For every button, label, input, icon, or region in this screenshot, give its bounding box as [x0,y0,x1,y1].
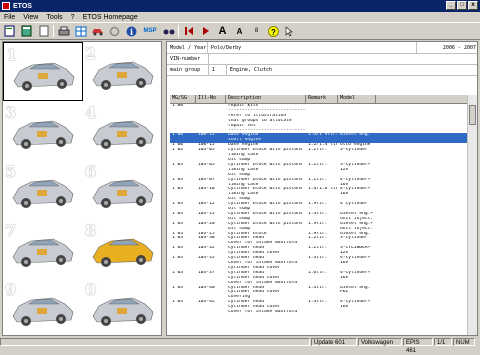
status-version: EPIS 461 [403,338,433,354]
car-icon[interactable] [90,24,105,38]
car-illustration-icon [92,120,154,149]
binoculars-icon[interactable] [161,24,176,38]
zoom-in-icon[interactable]: A [215,24,230,38]
table-cell [170,310,196,315]
illustration-group-6[interactable]: 6 [83,160,163,219]
illustration-group-1[interactable]: 1 [3,42,83,101]
maximize-button[interactable]: □ [457,1,467,10]
vin-field[interactable] [207,54,477,64]
document-icon[interactable] [36,24,51,38]
illustration-grid-panel: 1234567890 [2,41,162,336]
car-illustration-icon [92,297,154,326]
title-bar: ETOS _ □ x [0,0,480,12]
svg-text:i: i [130,27,133,37]
vin-row: VIN-number [167,54,477,65]
table-cell [306,310,338,315]
msp-button[interactable]: MSP [141,24,159,38]
status-update: Update 601 [311,338,357,346]
car-illustration-icon [12,120,74,149]
parts-table-body: 1 00 repair kits -------------------------… [170,104,468,335]
new-icon[interactable] [2,24,17,38]
menu-tools[interactable]: Tools [42,14,66,21]
app-icon [2,2,10,10]
illustration-group-2[interactable]: 2 [83,42,163,101]
table-row[interactable]: cover for intake manifold [170,310,468,315]
car-illustration-icon [92,238,154,267]
info-icon[interactable]: i [124,24,139,38]
illustration-group-8[interactable]: 8 [83,219,163,278]
toolbar-separator [178,25,179,37]
illustration-group-4[interactable]: 4 [83,101,163,160]
main-group-label: main group [170,67,201,73]
close-button[interactable]: x [468,1,478,10]
next-page-icon[interactable] [198,24,213,38]
column-description[interactable]: Description [226,95,306,103]
menu-view[interactable]: View [19,14,42,21]
minimize-button[interactable]: _ [446,1,456,10]
font-smaller-label: A [236,26,243,36]
parts-list-panel: Model / Year Polo/Derby 2006 - 2007 VIN-… [166,41,478,336]
car-illustration-icon [13,62,75,91]
menu-etos-homepage[interactable]: ETOS Homepage [79,14,142,21]
column-mgsg[interactable]: MG/SG [170,95,196,103]
illustration-group-7[interactable]: 7 [3,219,83,278]
window-controls: _ □ x [446,1,478,10]
calculator-icon[interactable] [19,24,34,38]
first-page-icon[interactable] [181,24,196,38]
column-ill-no[interactable]: Ill-No [196,95,226,103]
illustration-group-3[interactable]: 3 [3,101,83,160]
car-illustration-icon [92,61,154,90]
main-group-row: main group 1 Engine, Clutch [167,65,477,76]
font-larger-label: A [218,25,227,37]
grid-icon[interactable] [73,24,88,38]
main-group-number: 1 [207,65,226,75]
refresh-icon[interactable] [107,24,122,38]
column-extra[interactable] [376,95,468,103]
model-value: Polo/Derby [207,42,416,53]
illustration-group-0[interactable]: 0 [83,278,163,337]
toolbar: i MSP A A 8 ? [0,22,480,40]
column-model[interactable]: Model [338,95,376,103]
vertical-scrollbar[interactable] [467,95,477,335]
illustration-group-5[interactable]: 5 [3,160,83,219]
menu-help[interactable]: ? [67,14,79,21]
model-label: Model / Year [170,44,207,51]
help-cursor-icon[interactable] [283,24,298,38]
print-icon[interactable] [56,24,71,38]
table-cell [338,310,376,315]
year-range: 2006 - 2007 [415,42,477,53]
help-icon[interactable]: ? [266,24,281,38]
car-illustration-icon [12,297,74,326]
column-remark[interactable]: Remark [306,95,338,103]
car-illustration-icon [12,238,74,267]
illustration-group-9[interactable]: 9 [3,278,83,337]
svg-text:?: ? [271,28,276,37]
window-title: ETOS [13,2,32,10]
car-illustration-icon [92,179,154,208]
status-flag: 1/1 [434,338,452,346]
model-row: Model / Year Polo/Derby 2006 - 2007 [167,42,477,54]
page-number: 8 [254,28,259,34]
table-cell: cover for intake manifold [228,310,298,315]
parts-table-header: MG/SG Ill-No Description Remark Model [170,95,468,104]
status-brand: Volkswagen [358,338,402,346]
scrollbar-thumb[interactable] [469,105,476,125]
status-message [0,338,310,346]
status-bar: Update 601 Volkswagen EPIS 461 1/1 NUM [0,337,480,354]
zoom-out-icon[interactable]: A [232,24,247,38]
table-cell [376,310,468,315]
vin-label: VIN-number [170,56,201,62]
toolbar-separator [53,25,54,37]
car-illustration-icon [12,179,74,208]
menu-bar: File View Tools ? ETOS Homepage [0,12,480,22]
table-cell [196,310,226,315]
status-num: NUM [453,338,475,346]
main-group-value: Engine, Clutch [225,65,477,75]
menu-file[interactable]: File [0,14,19,21]
